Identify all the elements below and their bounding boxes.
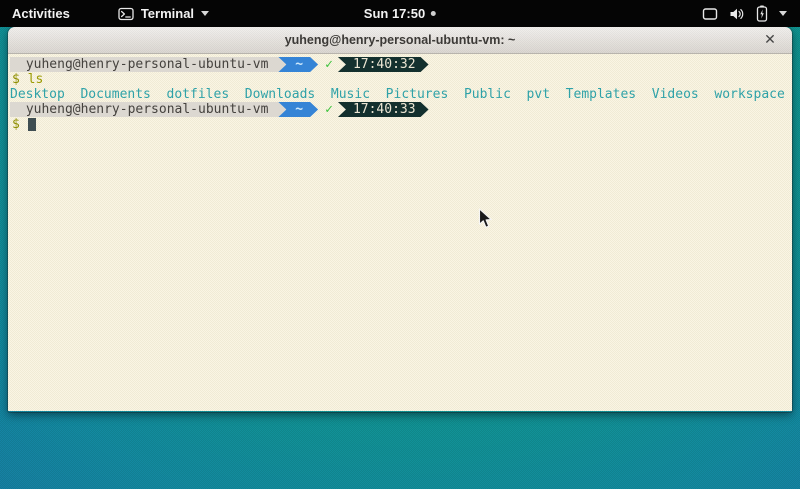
terminal-window: yuheng@henry-personal-ubuntu-vm: ~ ✕ yuh… bbox=[8, 27, 792, 412]
typed-command: ls bbox=[28, 72, 44, 87]
terminal-cursor bbox=[28, 118, 36, 131]
close-button[interactable]: ✕ bbox=[758, 27, 782, 54]
window-titlebar[interactable]: yuheng@henry-personal-ubuntu-vm: ~ ✕ bbox=[8, 27, 792, 54]
display-icon bbox=[702, 7, 718, 21]
terminal-content[interactable]: yuheng@henry-personal-ubuntu-vm ~ ✓ 17:4… bbox=[8, 54, 792, 411]
ls-item: Desktop bbox=[10, 87, 65, 102]
current-command-line: $ bbox=[10, 117, 790, 132]
prompt-time-segment: 17:40:32 bbox=[338, 57, 429, 72]
terminal-icon bbox=[118, 7, 134, 21]
activities-button[interactable]: Activities bbox=[0, 0, 82, 27]
app-menu-terminal[interactable]: Terminal bbox=[110, 0, 217, 27]
desktop: { "top_bar": { "activities": "Activities… bbox=[0, 0, 800, 489]
ls-output-row: Desktop Documents dotfiles Downloads Music Pi… bbox=[10, 87, 790, 102]
ls-item: Public bbox=[464, 87, 511, 102]
clock-label: Sun 17:50 bbox=[364, 6, 425, 21]
prompt-user-host: yuheng@henry-personal-ubuntu-vm bbox=[10, 102, 286, 117]
window-title: yuheng@henry-personal-ubuntu-vm: ~ bbox=[285, 33, 516, 47]
ls-item: dotfiles bbox=[167, 87, 230, 102]
ls-item: Videos bbox=[652, 87, 699, 102]
volume-icon bbox=[729, 7, 745, 21]
app-menu-label: Terminal bbox=[141, 6, 194, 21]
prompt-symbol: $ bbox=[10, 117, 20, 132]
clock-button[interactable]: Sun 17:50 bbox=[364, 0, 436, 27]
battery-charging-icon bbox=[756, 5, 768, 22]
prompt-user-host: yuheng@henry-personal-ubuntu-vm bbox=[10, 57, 286, 72]
ls-item: Documents bbox=[80, 87, 150, 102]
ls-item: Pictures bbox=[386, 87, 449, 102]
ls-item: pvt bbox=[527, 87, 550, 102]
status-check-icon: ✓ bbox=[318, 102, 338, 117]
ls-item: Music bbox=[331, 87, 370, 102]
status-check-icon: ✓ bbox=[318, 57, 338, 72]
prompt-symbol: $ bbox=[10, 72, 20, 87]
ls-item: workspace bbox=[714, 87, 784, 102]
chevron-down-icon bbox=[201, 11, 209, 16]
activities-label: Activities bbox=[12, 6, 70, 21]
ls-item: Downloads bbox=[245, 87, 315, 102]
notification-dot bbox=[431, 11, 436, 16]
prompt-line: yuheng@henry-personal-ubuntu-vm ~ ✓ 17:4… bbox=[10, 102, 790, 117]
command-line: $ ls bbox=[10, 72, 790, 87]
ls-item: Templates bbox=[566, 87, 636, 102]
chevron-down-icon bbox=[779, 11, 787, 16]
top-bar: Activities Terminal Sun 17:50 bbox=[0, 0, 800, 27]
system-status-area[interactable] bbox=[689, 0, 800, 27]
prompt-line: yuheng@henry-personal-ubuntu-vm ~ ✓ 17:4… bbox=[10, 57, 790, 72]
prompt-time-segment: 17:40:33 bbox=[338, 102, 429, 117]
